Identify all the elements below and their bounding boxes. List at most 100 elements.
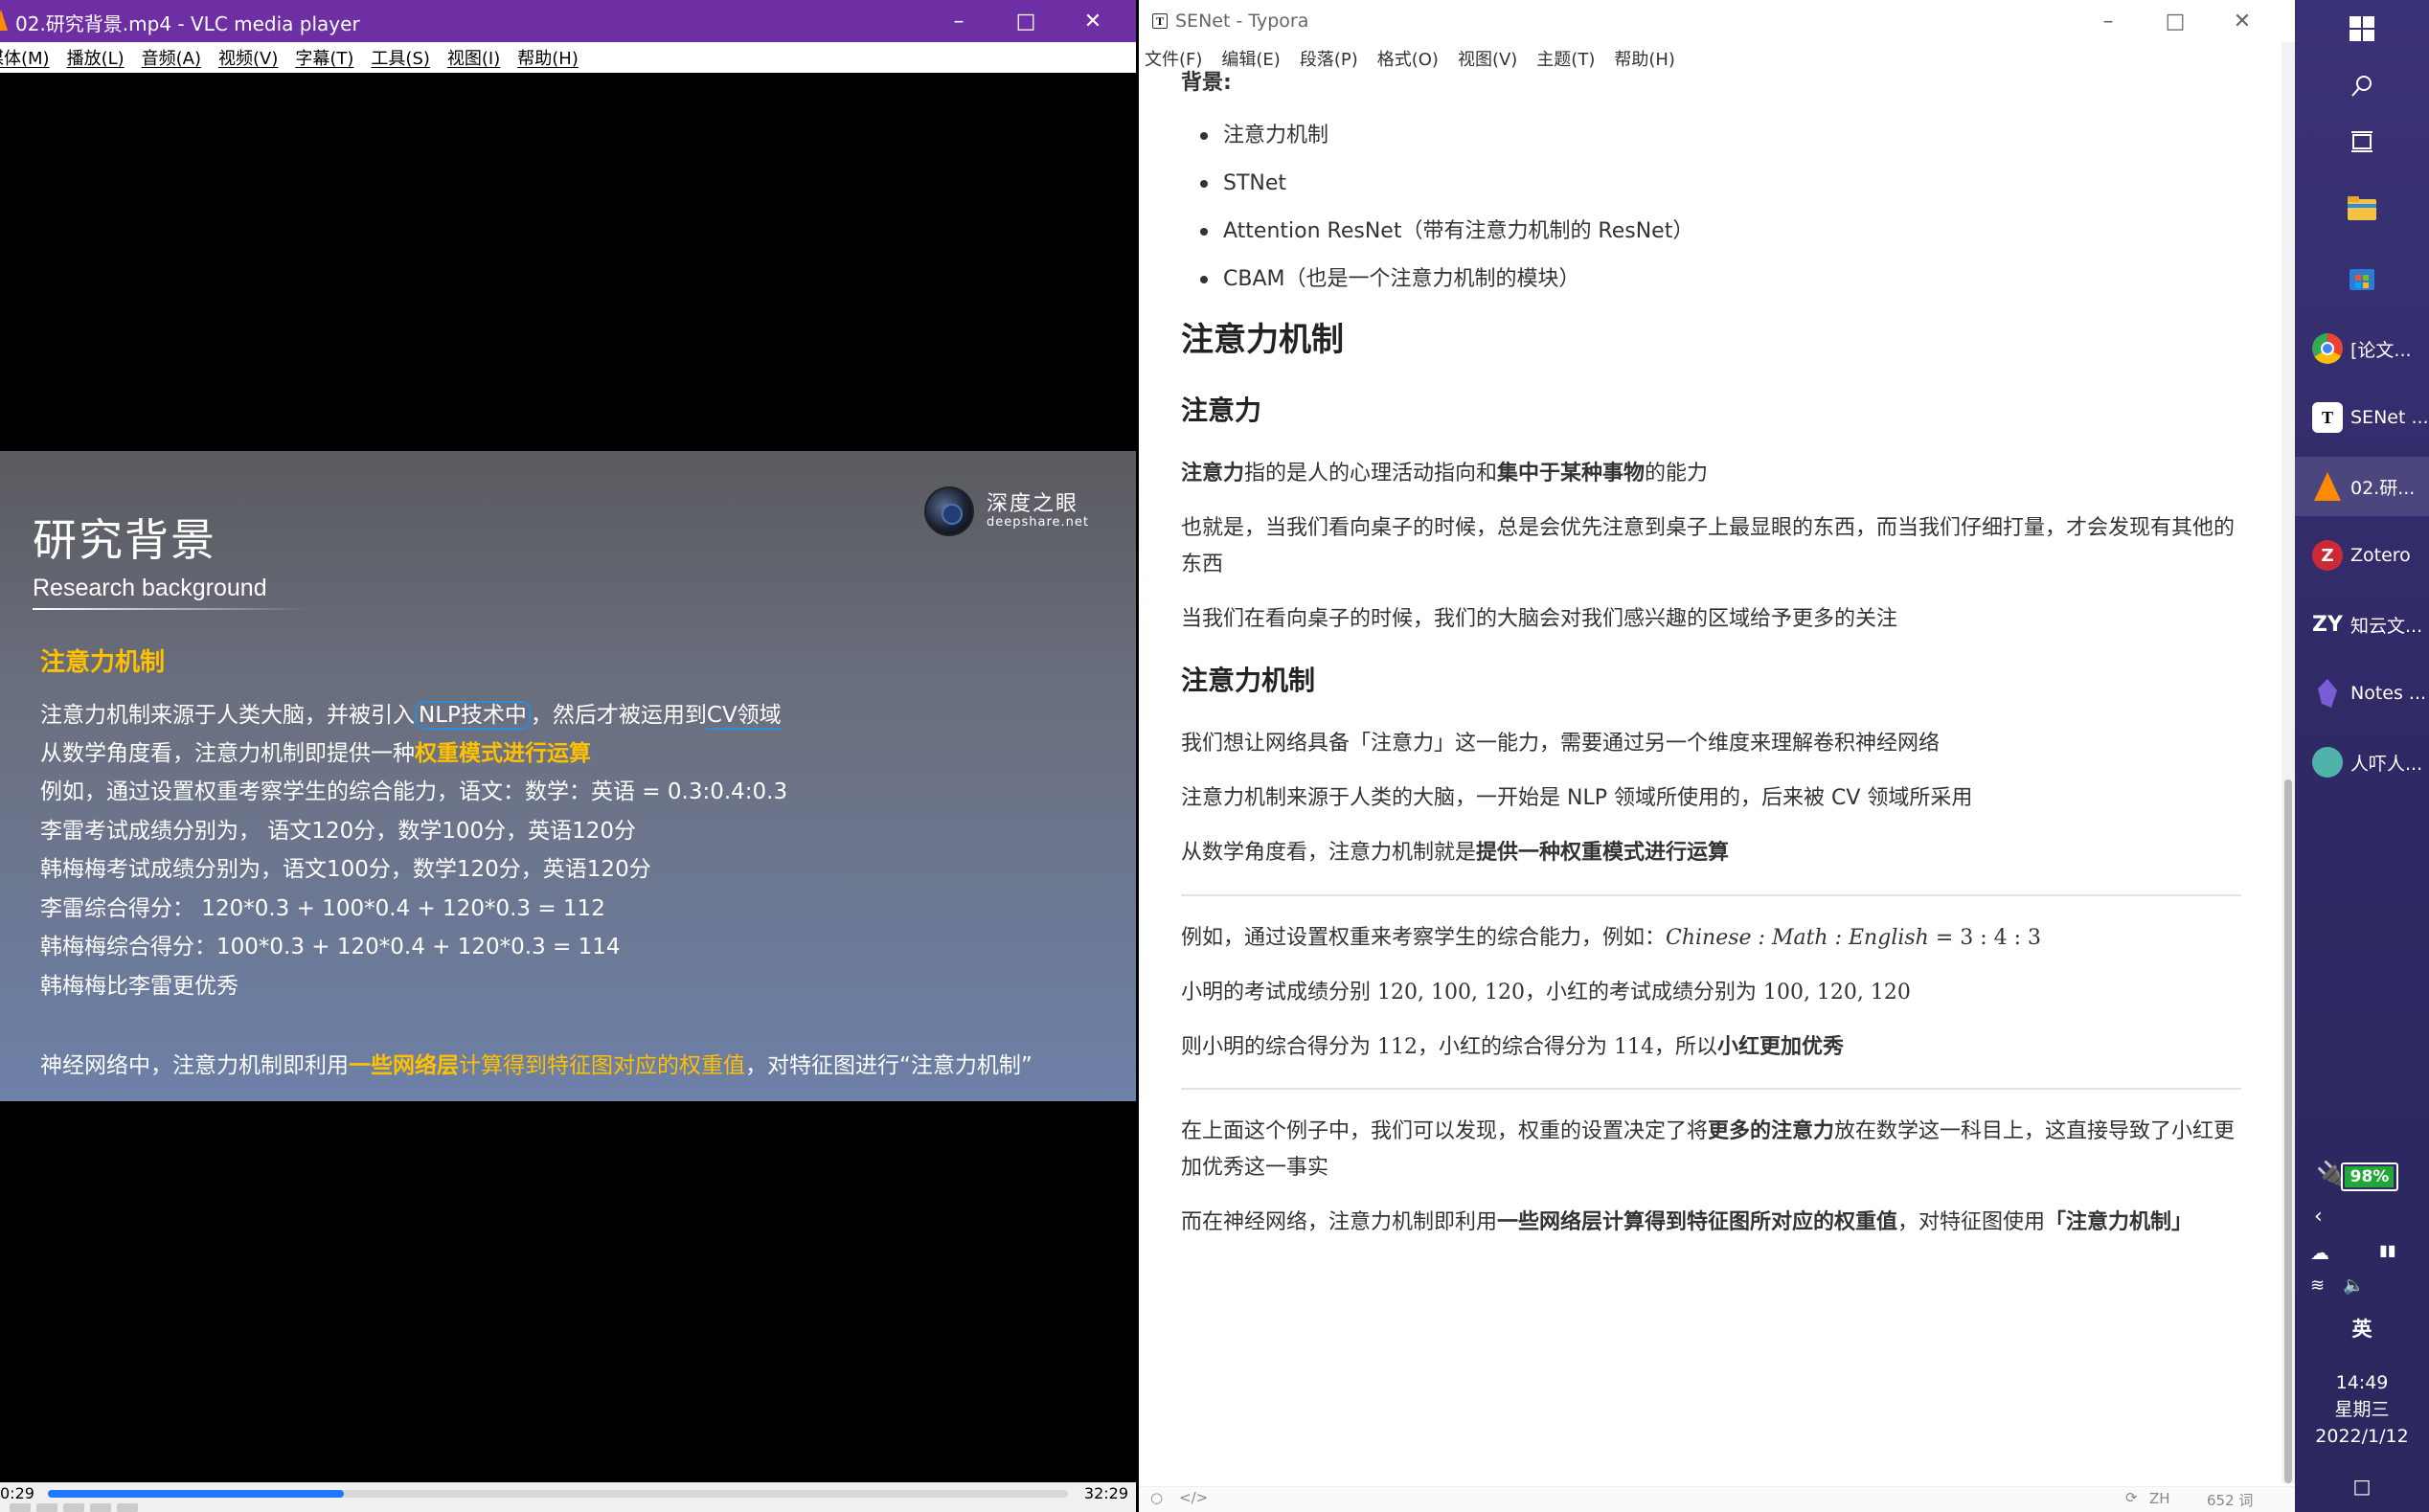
close-icon[interactable]: ✕	[1059, 0, 1126, 42]
menu-paragraph[interactable]: 段落(P)	[1300, 46, 1358, 71]
bold-text: 小红更加优秀	[1717, 1035, 1845, 1059]
text: 的能力	[1645, 462, 1709, 485]
slide-line: 神经网络中，注意力机制即利用一些网络层计算得到特征图对应的权重值，对特征图进行“…	[40, 1047, 1033, 1079]
typora-icon: T	[2312, 402, 2343, 433]
paragraph: 当我们在看向桌子的时候，我们的大脑会对我们感兴趣的区域给予更多的关注	[1181, 607, 1898, 631]
taskbar-app-chrome[interactable]: [论文...	[2295, 319, 2429, 378]
video-area[interactable]: 研究背景 Research background 深度之眼 deepshare.…	[0, 73, 1136, 1482]
chevron-left-icon[interactable]: ‹	[2314, 1205, 2323, 1229]
taskbar-app-vlc[interactable]: 02.研...	[2295, 457, 2429, 516]
typora-window: T SENet - Typora – □ ✕ 文件(F) 编辑(E) 段落(P)…	[1139, 0, 2295, 1512]
menu-tools[interactable]: 工具(S)	[371, 45, 429, 70]
taskbar-app-label: 02.研...	[2350, 477, 2416, 499]
text: ，小红的综合得分为	[1418, 1035, 1614, 1059]
deepshare-logo: 深度之眼 deepshare.net	[924, 485, 1088, 538]
prev-button[interactable]	[36, 1503, 57, 1512]
list-item: STNet	[1199, 166, 1286, 202]
menu-view[interactable]: 视图(V)	[1458, 46, 1517, 71]
bold-text: 提供一种权重模式进行运算	[1476, 841, 1730, 865]
vlc-controls: 0:29 32:29	[0, 1482, 1136, 1512]
slide-annotated-text: CV领域	[706, 703, 782, 730]
text: 例如，通过设置权重来考察学生的综合能力，例如：	[1181, 926, 1667, 950]
taskbar-app-label: SENet ...	[2350, 407, 2429, 428]
word-count[interactable]: 652 词	[2207, 1490, 2253, 1510]
fullscreen-button[interactable]	[117, 1503, 138, 1512]
paragraph: 注意力指的是人的心理活动指向和集中于某种事物的能力	[1181, 456, 2244, 492]
volume-icon[interactable]: 🔈	[2343, 1275, 2364, 1296]
taskbar-app-wechat[interactable]: 人吓人...	[2295, 733, 2429, 792]
scrollbar-thumb[interactable]	[2284, 779, 2292, 1483]
math-expression: 114	[1614, 1035, 1654, 1059]
slide-highlight: 计算得到特征图对应的权重值	[459, 1053, 745, 1078]
total-time: 32:29	[1083, 1484, 1128, 1502]
paragraph: 从数学角度看，注意力机制就是提供一种权重模式进行运算	[1181, 835, 2244, 871]
menu-theme[interactable]: 主题(T)	[1536, 46, 1595, 71]
vertical-scrollbar[interactable]	[2281, 42, 2295, 1483]
onedrive-icon[interactable]: ☁	[2310, 1241, 2329, 1264]
horizontal-rule	[1181, 1088, 2241, 1090]
slide-text: 从数学角度看，注意力机制即提供一种	[40, 741, 415, 766]
system-clock[interactable]: 14:49 星期三 2022/1/12	[2295, 1369, 2429, 1450]
text: 从数学角度看，注意力机制就是	[1181, 841, 1477, 865]
taskbar-app-zhiyun[interactable]: ZY 知云文...	[2295, 595, 2429, 654]
taskbar-app-label: Zotero	[2350, 545, 2411, 566]
menu-audio[interactable]: 音频(A)	[142, 45, 201, 70]
menu-help[interactable]: 帮助(H)	[517, 45, 579, 70]
math-expression: Chinese : Math : English	[1666, 926, 1929, 950]
slide-line: 李雷考试成绩分别为， 语文120分，数学100分，英语120分	[40, 819, 637, 844]
minimize-icon[interactable]: –	[925, 0, 992, 42]
paragraph: 我们想让网络具备「注意力」这一能力，需要通过另一个维度来理解卷积神经网络	[1181, 732, 1941, 756]
task-view-icon[interactable]	[2295, 123, 2429, 161]
menu-media[interactable]: 媒体(M)	[0, 45, 50, 70]
menu-format[interactable]: 格式(O)	[1377, 46, 1439, 71]
slide-brand: 深度之眼	[987, 492, 1079, 516]
taskbar-app-zotero[interactable]: Z Zotero	[2295, 526, 2429, 585]
vlc-titlebar[interactable]: 02.研究背景.mp4 - VLC media player – □ ✕	[0, 0, 1136, 42]
taskbar-app-typora[interactable]: T SENet ...	[2295, 388, 2429, 447]
wifi-icon[interactable]: ≋	[2310, 1275, 2325, 1296]
menu-video[interactable]: 视频(V)	[218, 45, 278, 70]
next-button[interactable]	[90, 1503, 111, 1512]
menu-help[interactable]: 帮助(H)	[1614, 46, 1675, 71]
search-icon[interactable]	[2295, 67, 2429, 105]
seek-bar[interactable]	[48, 1490, 1068, 1498]
stop-button[interactable]	[63, 1503, 84, 1512]
ime-indicator[interactable]: 英	[2295, 1314, 2429, 1343]
taskbar-app-label: Notes ...	[2350, 683, 2427, 704]
chrome-icon	[2312, 333, 2343, 364]
wechat-avatar-icon	[2312, 747, 2343, 778]
notification-icon[interactable]: □	[2295, 1475, 2429, 1498]
slide-line: 从数学角度看，注意力机制即提供一种权重模式进行运算	[40, 734, 591, 767]
typora-titlebar[interactable]: T SENet - Typora – □ ✕	[1139, 0, 2295, 42]
taskbar-app-label: 知云文...	[2350, 615, 2423, 637]
paragraph: 例如，通过设置权重来考察学生的综合能力，例如：Chinese : Math : …	[1181, 920, 2244, 957]
slide-line: 例如，通过设置权重考察学生的综合能力，语文：数学：英语 = 0.3:0.4:0.…	[40, 779, 788, 804]
store-icon[interactable]	[2295, 259, 2429, 297]
windows-start-icon[interactable]	[2295, 10, 2429, 48]
maximize-icon[interactable]: □	[992, 0, 1059, 42]
horizontal-rule	[1181, 894, 2241, 896]
battery-indicator[interactable]: 98%	[2341, 1162, 2398, 1191]
text: ，所以	[1654, 1035, 1718, 1059]
slide-line: 韩梅梅比李雷更优秀	[40, 974, 238, 999]
maximize-icon[interactable]: □	[2142, 0, 2209, 42]
menu-subtitle[interactable]: 字幕(T)	[295, 45, 353, 70]
battery-small-icon[interactable]: ▮▮	[2379, 1241, 2396, 1259]
clock-weekday: 星期三	[2334, 1399, 2390, 1420]
sync-icon[interactable]: ⟳	[2125, 1489, 2138, 1506]
close-icon[interactable]: ✕	[2209, 0, 2276, 42]
list-item: 注意力机制	[1199, 118, 1328, 154]
menu-playback[interactable]: 播放(L)	[67, 45, 125, 70]
file-explorer-icon[interactable]	[2295, 190, 2429, 228]
outline-toggle-icon[interactable]: ○	[1150, 1489, 1163, 1506]
minimize-icon[interactable]: –	[2075, 0, 2142, 42]
slide-divider	[33, 608, 310, 610]
menu-view[interactable]: 视图(I)	[447, 45, 500, 70]
list-item: CBAM（也是一个注意力机制的模块）	[1200, 261, 1580, 298]
taskbar-app-obsidian[interactable]: Notes ...	[2295, 664, 2429, 723]
bold-text: 一些网络层计算得到特征图所对应的权重值	[1497, 1210, 1898, 1234]
video-slide: 研究背景 Research background 深度之眼 deepshare.…	[0, 451, 1136, 1101]
paragraph: 小明的考试成绩分别 120, 100, 120，小红的考试成绩分别为 100, …	[1181, 975, 2244, 1011]
source-mode-icon[interactable]: </>	[1179, 1489, 1208, 1506]
play-button[interactable]	[10, 1503, 31, 1512]
